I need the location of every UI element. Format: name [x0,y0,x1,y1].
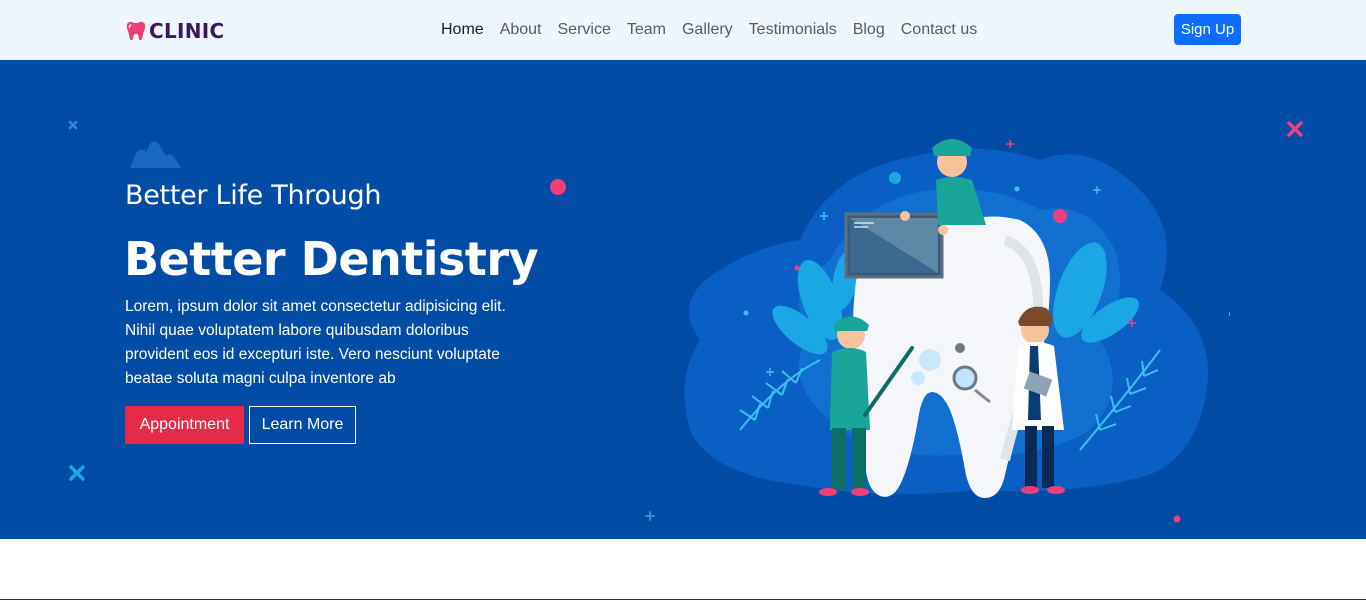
navbar: CLINIC Home About Service Team Gallery T… [0,0,1366,60]
hero-section: Better Life Through Better Dentistry Lor… [0,60,1366,539]
tooth-icon [126,21,146,41]
main-nav: Home About Service Team Gallery Testimon… [433,20,985,40]
nav-link-gallery[interactable]: Gallery [674,20,741,40]
appointment-button[interactable]: Appointment [125,406,244,444]
nav-link-home[interactable]: Home [433,20,492,40]
dentist-illustration [684,139,1230,498]
nav-link-contact[interactable]: Contact us [893,20,985,40]
brand-logo[interactable]: CLINIC [125,19,225,43]
hero-subtitle: Better Life Through [125,180,382,211]
hero-description: Lorem, ipsum dolor sit amet consectetur … [125,298,506,387]
signup-button[interactable]: Sign Up [1174,14,1241,45]
nav-link-blog[interactable]: Blog [845,20,893,40]
nav-link-service[interactable]: Service [550,20,619,40]
hero-title: Better Dentistry [124,232,539,286]
nav-link-team[interactable]: Team [619,20,674,40]
learn-more-button[interactable]: Learn More [249,406,356,444]
nav-link-testimonials[interactable]: Testimonials [741,20,845,40]
brand-name: CLINIC [149,19,225,43]
nav-link-about[interactable]: About [492,20,550,40]
